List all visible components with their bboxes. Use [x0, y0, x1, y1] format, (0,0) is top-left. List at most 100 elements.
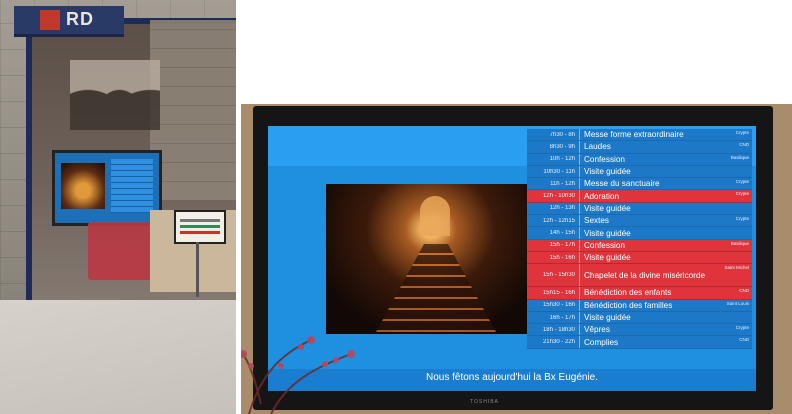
- schedule-divider: [579, 129, 580, 141]
- ticker-text: Nous fêtons aujourd'hui la Bx Eugénie.: [425, 372, 599, 383]
- schedule-time: 12h - 10h30: [542, 193, 575, 200]
- schedule-row: 12h - 12h15 Sextes Crypte: [527, 215, 752, 228]
- schedule-event: Confession: [584, 240, 625, 250]
- schedule-row: 12h - 10h30 Adoration Crypte: [527, 190, 752, 203]
- schedule-divider: [579, 264, 580, 287]
- schedule-time: 16h - 17h: [549, 314, 575, 321]
- interior-stone-wall: [150, 20, 236, 200]
- red-display-box: [88, 222, 154, 280]
- schedule-event: Laudes: [584, 142, 611, 152]
- shop-window-photo: RD: [0, 0, 236, 414]
- schedule-event: Confession: [584, 154, 625, 164]
- video-still: [326, 184, 544, 334]
- schedule-divider: [579, 153, 580, 165]
- schedule-place: CND: [739, 337, 749, 343]
- schedule-divider: [579, 324, 580, 336]
- schedule-row: 10h30 - 11h Visite guidée: [527, 165, 752, 179]
- schedule-time: 10h - 12h: [549, 156, 575, 163]
- schedule-place: CND: [739, 288, 749, 294]
- sign-emblem-icon: [40, 10, 60, 30]
- schedule-place: Saint Michel: [724, 265, 749, 271]
- candle-stairs: [376, 244, 496, 332]
- cloister-arches: [70, 60, 160, 130]
- paper-sign: [174, 210, 226, 244]
- window-screen: [52, 150, 162, 226]
- schedule-divider: [579, 251, 580, 264]
- schedule-place: Crypte: [735, 325, 749, 331]
- tunnel-light: [420, 196, 450, 236]
- schedule-row: 15h - 16h Visite guidée: [527, 251, 752, 265]
- schedule-time: 15h - 17h: [549, 242, 575, 249]
- schedule-event: Messe du sanctuaire: [584, 179, 660, 189]
- schedule-event: Bénédiction des enfants: [584, 288, 672, 298]
- schedule-event: Messe forme extraordinaire: [584, 130, 684, 140]
- schedule-time: 12h - 13h: [549, 205, 575, 212]
- tv-brand: TOSHIBA: [470, 399, 499, 405]
- schedule-row: 12h - 13h Visite guidée: [527, 202, 752, 216]
- shop-sign-text: RD: [66, 9, 94, 29]
- schedule-row: 15h - 17h Confession Basilique: [527, 239, 752, 252]
- schedule-divider: [579, 141, 580, 153]
- schedule-place: Saint Louis: [726, 300, 749, 306]
- schedule-place: Crypte: [735, 179, 749, 185]
- schedule-time: 11h - 12h: [550, 180, 575, 187]
- schedule-row: 16h - 17h Visite guidée: [527, 311, 752, 325]
- schedule-divider: [579, 299, 580, 311]
- schedule-place: Crypte: [735, 216, 749, 222]
- schedule-row: 15h30 - 16h Bénédiction des familles Saint…: [527, 299, 752, 312]
- schedule-divider: [579, 190, 580, 202]
- schedule-time: 15h - 15h30: [542, 272, 575, 279]
- schedule-time: 15h15 - 16h: [542, 289, 575, 296]
- schedule-event: Visite guidée: [584, 228, 631, 238]
- schedule-place: Crypte: [735, 130, 749, 135]
- schedule-event: Sextes: [584, 216, 610, 226]
- schedule-event: Vêpres: [584, 325, 610, 335]
- schedule-event: Visite guidée: [584, 167, 631, 177]
- schedule-divider: [579, 202, 580, 215]
- schedule-row: 14h - 15h Visite guidée: [527, 227, 752, 240]
- schedule-time: 10h30 - 11h: [543, 168, 575, 175]
- schedule-event: Complies: [584, 337, 619, 347]
- schedule-event: Visite guidée: [584, 253, 631, 263]
- schedule-list: 7h30 - 8h Messe forme extraordinaire Crypt…: [527, 129, 752, 349]
- tv-screen: 7h30 - 8h Messe forme extraordinaire Crypt…: [268, 126, 756, 391]
- schedule-event: Visite guidée: [584, 313, 631, 322]
- schedule-row: 10h - 12h Confession Basilique: [527, 153, 752, 166]
- window-screen-schedule: [111, 159, 153, 213]
- schedule-place: Basilique: [730, 154, 749, 160]
- schedule-row: 11h - 12h Messe du sanctuaire Crypte: [527, 178, 752, 191]
- schedule-row: 15h15 - 16h Bénédiction des enfants CND: [527, 287, 752, 300]
- schedule-place: Basilique: [730, 240, 749, 246]
- shop-sign: RD: [14, 6, 124, 37]
- schedule-event: Chapelet de la divine miséricorde: [584, 270, 706, 280]
- schedule-divider: [579, 215, 580, 227]
- schedule-time: 15h - 16h: [549, 254, 575, 261]
- schedule-divider: [579, 227, 580, 239]
- schedule-row: 7h30 - 8h Messe forme extraordinaire Crypt…: [527, 129, 752, 142]
- schedule-place: Crypte: [735, 191, 749, 197]
- schedule-row: 15h - 15h30 Chapelet de la divine miséric…: [527, 264, 752, 288]
- schedule-divider: [579, 165, 580, 178]
- schedule-divider: [579, 311, 580, 324]
- schedule-time: 8h30 - 9h: [549, 143, 575, 150]
- schedule-row: 18h - 18h30 Vêpres Crypte: [527, 324, 752, 337]
- pavement: [0, 300, 236, 414]
- schedule-time: 21h30 - 22h: [542, 339, 575, 346]
- schedule-time: 15h30 - 16h: [542, 302, 575, 309]
- schedule-row: 8h30 - 9h Laudes CND: [527, 141, 752, 154]
- schedule-divider: [579, 336, 580, 348]
- schedule-time: 18h - 18h30: [542, 326, 575, 333]
- schedule-divider: [579, 287, 580, 299]
- schedule-time: 7h30 - 8h: [549, 131, 575, 138]
- schedule-divider: [579, 178, 580, 190]
- ticker-bar: Nous fêtons aujourd'hui la Bx Eugénie.: [268, 369, 756, 391]
- schedule-place: CND: [739, 142, 749, 148]
- schedule-time: 12h - 12h15: [542, 217, 575, 224]
- tv-photo: 7h30 - 8h Messe forme extraordinaire Crypt…: [241, 104, 792, 414]
- window-screen-photo: [61, 163, 105, 209]
- schedule-event: Visite guidée: [584, 203, 631, 213]
- sign-stand: [196, 242, 199, 297]
- schedule-divider: [579, 239, 580, 251]
- schedule-row: 21h30 - 22h Complies CND: [527, 336, 752, 349]
- schedule-event: Adoration: [584, 191, 620, 201]
